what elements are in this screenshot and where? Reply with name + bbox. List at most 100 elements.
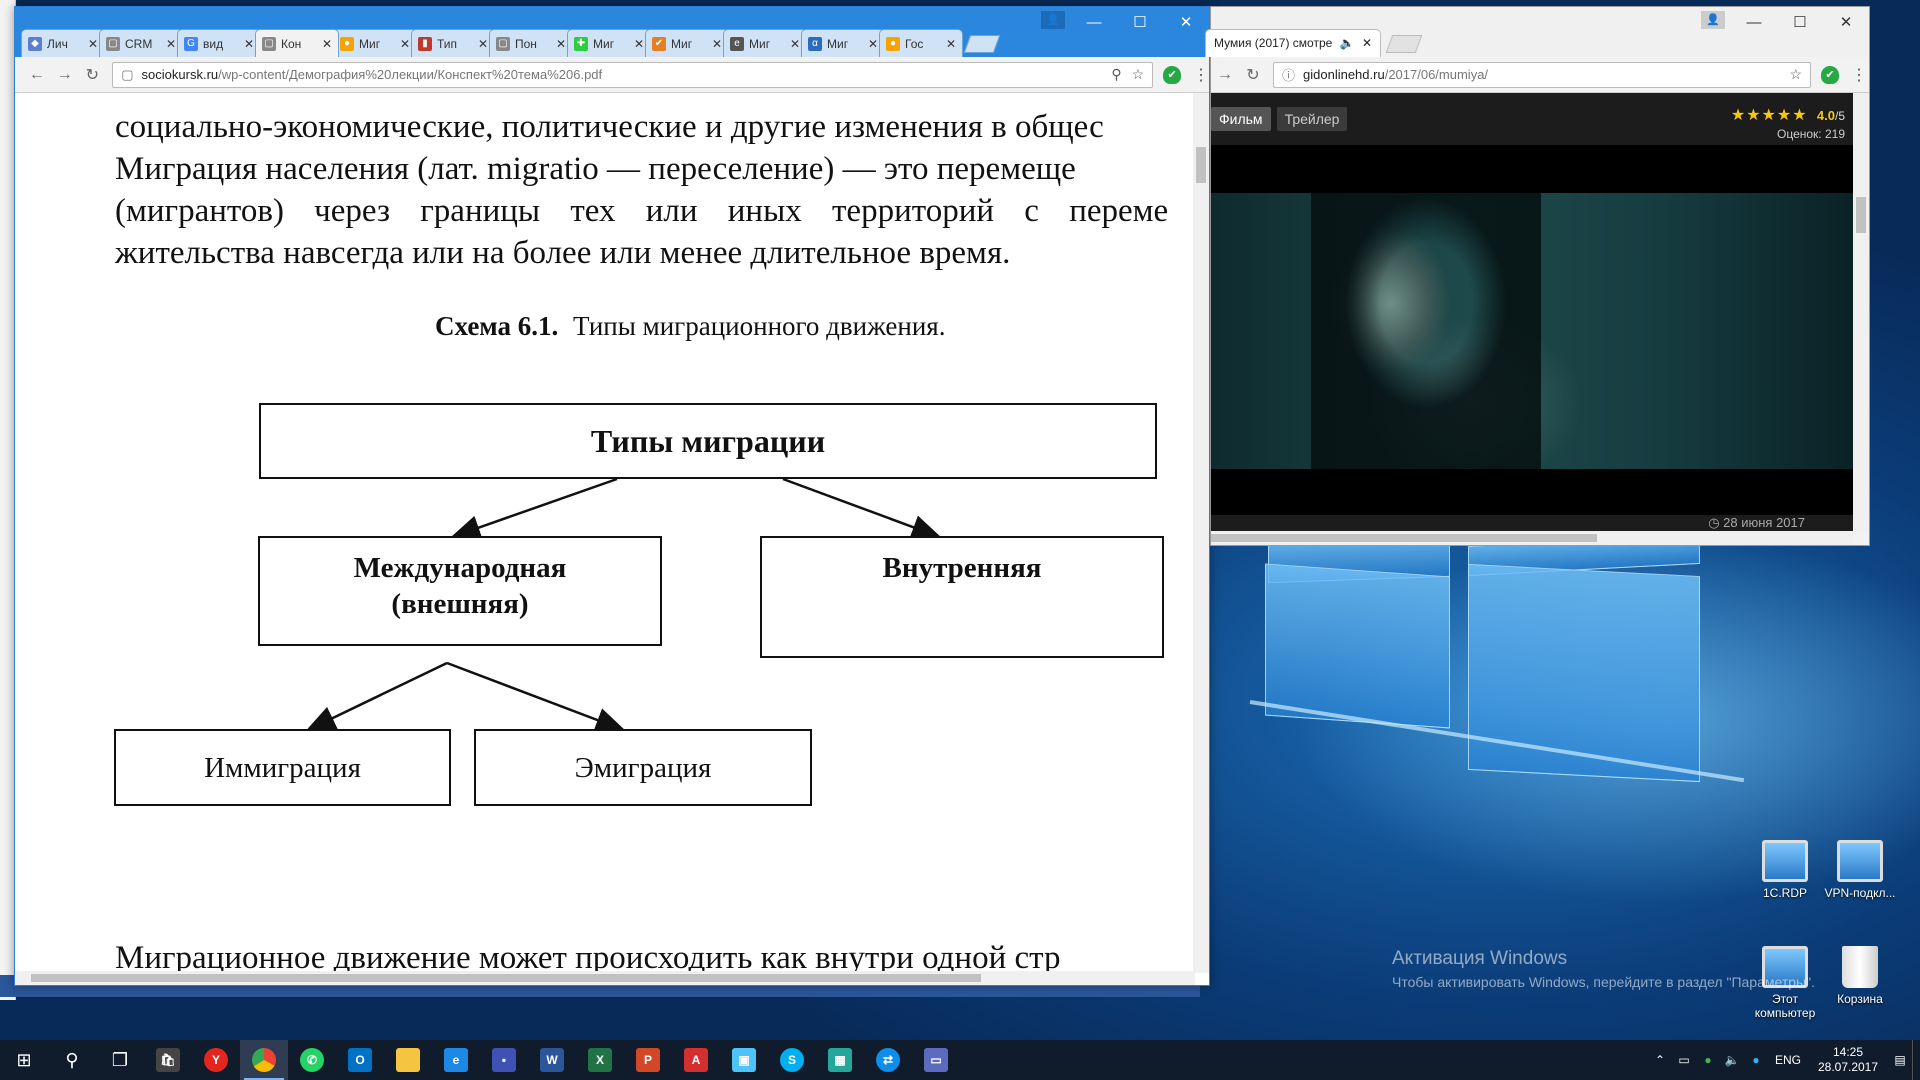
network-icon[interactable]: ▭ [1672, 1053, 1696, 1067]
scroll-thumb[interactable] [1211, 534, 1597, 542]
browser-tab[interactable]: ● Гос ✕ [879, 29, 963, 57]
pdf-viewer[interactable]: социально-экономические, политические и … [15, 93, 1195, 973]
browser-tab[interactable]: ▢ CRM ✕ [99, 29, 183, 57]
browser-tab[interactable]: ✚ Миг ✕ [567, 29, 651, 57]
outlook-app[interactable]: O [336, 1040, 384, 1080]
desktop-icon-recycle-bin[interactable]: Корзина [1820, 946, 1900, 1006]
zoom-icon[interactable]: ⚲ [1111, 66, 1121, 83]
horizontal-scrollbar[interactable] [1211, 531, 1855, 545]
task-view-icon[interactable]: ❐ [96, 1040, 144, 1080]
video-player[interactable] [1211, 145, 1855, 515]
input-language[interactable]: ENG [1768, 1053, 1808, 1067]
tab-close-icon[interactable]: ✕ [322, 37, 332, 51]
menu-dots-icon[interactable]: ⋮ [1851, 65, 1867, 85]
back-icon[interactable]: ← [23, 61, 51, 89]
volume-icon[interactable]: 🔈 [1720, 1053, 1744, 1067]
tab-trailer[interactable]: Трейлер [1276, 107, 1348, 131]
pdf-text-line: жительства навсегда или на более или мен… [115, 235, 1011, 271]
tab-close-icon[interactable]: ✕ [478, 37, 488, 51]
bookmark-star-icon[interactable]: ☆ [1789, 66, 1802, 83]
tab-close-icon[interactable]: ✕ [556, 37, 566, 51]
yandex-app[interactable]: Y [192, 1040, 240, 1080]
adblock-shield-icon[interactable]: ✔ [1821, 65, 1839, 84]
close-button[interactable]: ✕ [1163, 7, 1209, 37]
search-icon[interactable]: ⚲ [48, 1040, 96, 1080]
tab-close-icon[interactable]: ✕ [1362, 36, 1372, 50]
address-bar[interactable]: ⓘ gidonlinehd.ru /2017/06/mumiya/ ☆ [1273, 61, 1811, 88]
rating-widget[interactable]: ★★★★★ 4.0/5 Оценок: 219 [1731, 105, 1845, 141]
bookmark-star-icon[interactable]: ☆ [1132, 66, 1145, 83]
store-app[interactable]: 🛍 [144, 1040, 192, 1080]
start-button[interactable]: ⊞ [0, 1040, 48, 1080]
tab-close-icon[interactable]: ✕ [400, 37, 410, 51]
tab-close-icon[interactable]: ✕ [946, 37, 956, 51]
maximize-button[interactable]: ☐ [1777, 7, 1823, 37]
browser-tab[interactable]: ● Миг ✕ [333, 29, 417, 57]
tab-close-icon[interactable]: ✕ [712, 37, 722, 51]
forward-icon[interactable]: → [51, 61, 79, 89]
new-tab-button[interactable] [1385, 35, 1423, 53]
save-app[interactable]: ▪ [480, 1040, 528, 1080]
tab-close-icon[interactable]: ✕ [868, 37, 878, 51]
scroll-thumb[interactable] [1856, 197, 1866, 233]
browser-tab[interactable]: ✔ Миг ✕ [645, 29, 729, 57]
tab-film[interactable]: Фильм [1211, 107, 1271, 131]
browser-tab[interactable]: ▢ Пон ✕ [489, 29, 573, 57]
network-app[interactable]: ▭ [912, 1040, 960, 1080]
browser-tab[interactable]: ▮ Тип ✕ [411, 29, 495, 57]
browser-tab[interactable]: α Миг ✕ [801, 29, 885, 57]
teamviewer-app[interactable]: ⇄ [864, 1040, 912, 1080]
profile-icon[interactable]: 👤 [1701, 11, 1725, 29]
reload-icon[interactable]: ↻ [79, 61, 107, 89]
powerpoint-app[interactable]: P [624, 1040, 672, 1080]
excel-app[interactable]: X [576, 1040, 624, 1080]
chevron-up-icon[interactable]: ⌃ [1648, 1053, 1672, 1067]
browser-tab[interactable]: ▢ Кон ✕ [255, 29, 339, 57]
browser-tab[interactable]: ◆ Лич ✕ [21, 29, 105, 57]
scroll-thumb[interactable] [1196, 147, 1206, 183]
explorer-app[interactable] [384, 1040, 432, 1080]
security-icon[interactable]: ● [1744, 1053, 1768, 1067]
desktop-icon-1c-rdp[interactable]: 1C.RDP [1745, 840, 1825, 900]
tab-close-icon[interactable]: ✕ [634, 37, 644, 51]
vertical-scrollbar[interactable] [1193, 93, 1209, 973]
remote-desktop-icon [1762, 840, 1808, 882]
tab-close-icon[interactable]: ✕ [790, 37, 800, 51]
address-bar[interactable]: ▢ sociokursk.ru /wp-content/Демография%2… [112, 61, 1154, 88]
whatsapp-app[interactable]: ✆ [288, 1040, 336, 1080]
minimize-button[interactable]: — [1071, 7, 1117, 37]
maximize-button[interactable]: ☐ [1117, 7, 1163, 37]
browser-tab[interactable]: Gвид ✕ [177, 29, 261, 57]
close-button[interactable]: ✕ [1823, 7, 1869, 37]
adblock-shield-icon[interactable]: ✔ [1163, 65, 1181, 84]
horizontal-scrollbar[interactable] [15, 971, 1195, 985]
skype-app[interactable]: S [768, 1040, 816, 1080]
vertical-scrollbar[interactable] [1853, 93, 1869, 531]
tab-close-icon[interactable]: ✕ [88, 37, 98, 51]
edge-app[interactable]: e [432, 1040, 480, 1080]
minimize-button[interactable]: — [1731, 7, 1777, 37]
rating-stars[interactable]: ★★★★★ [1731, 107, 1808, 124]
scroll-thumb[interactable] [31, 974, 981, 982]
reload-icon[interactable]: ↻ [1239, 61, 1267, 89]
menu-dots-icon[interactable]: ⋮ [1193, 65, 1209, 85]
pdf-app[interactable]: A [672, 1040, 720, 1080]
tab-close-icon[interactable]: ✕ [244, 37, 254, 51]
tab-mumiya[interactable]: Мумия (2017) смотре 🔈 ✕ [1205, 29, 1381, 57]
browser-tab[interactable]: e Миг ✕ [723, 29, 807, 57]
tab-label: Гос [905, 36, 924, 51]
audio-playing-icon[interactable]: 🔈 [1340, 36, 1355, 50]
adblock-tray-icon[interactable]: ● [1696, 1053, 1720, 1067]
chrome-app[interactable] [240, 1040, 288, 1080]
tab-close-icon[interactable]: ✕ [166, 37, 176, 51]
word-app[interactable]: W [528, 1040, 576, 1080]
desktop-icon-vpn[interactable]: VPN-подкл... [1820, 840, 1900, 900]
notifications-icon[interactable]: ▤ [1888, 1053, 1912, 1067]
clock[interactable]: 14:25 28.07.2017 [1808, 1045, 1888, 1075]
calculator-app[interactable]: ▦ [816, 1040, 864, 1080]
forward-icon[interactable]: → [1211, 61, 1239, 89]
show-desktop-button[interactable] [1912, 1040, 1920, 1080]
new-tab-button[interactable] [963, 35, 1001, 53]
photos-app[interactable]: ▣ [720, 1040, 768, 1080]
profile-icon[interactable]: 👤 [1041, 11, 1065, 29]
